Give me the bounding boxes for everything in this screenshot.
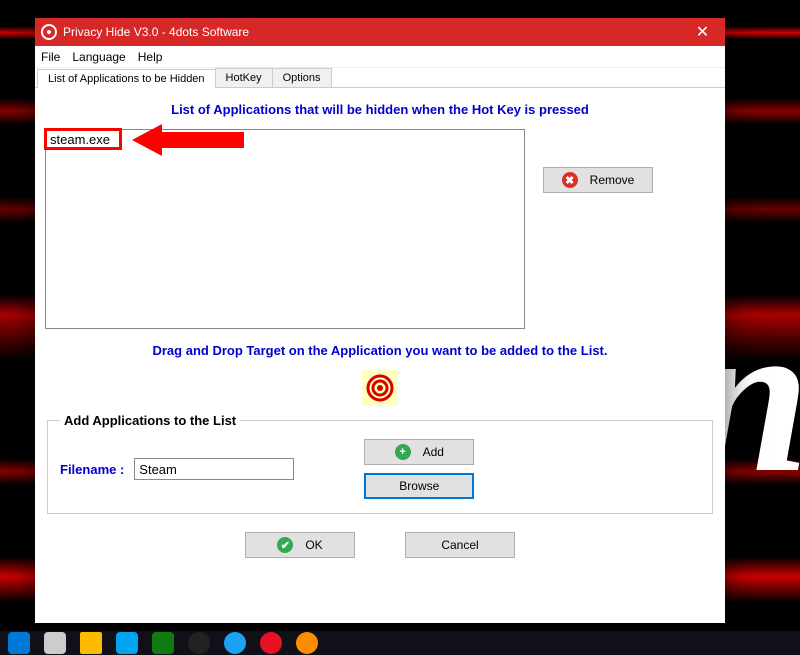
- menu-language[interactable]: Language: [72, 50, 125, 64]
- filename-input[interactable]: [134, 458, 294, 480]
- tab-options[interactable]: Options: [272, 68, 332, 87]
- filename-label: Filename :: [60, 462, 124, 477]
- ok-icon: ✔: [277, 537, 293, 553]
- app-window: Privacy Hide V3.0 - 4dots Software ✕ Fil…: [35, 18, 725, 623]
- close-button[interactable]: ✕: [680, 18, 725, 46]
- drag-heading: Drag and Drop Target on the Application …: [45, 343, 715, 358]
- taskbar-search-icon[interactable]: [44, 632, 66, 654]
- tab-content: List of Applications that will be hidden…: [35, 88, 725, 566]
- ok-label: OK: [305, 538, 322, 552]
- cancel-label: Cancel: [441, 538, 478, 552]
- remove-label: Remove: [590, 173, 635, 187]
- taskbar-app-icon[interactable]: [224, 632, 246, 654]
- taskbar-app-icon[interactable]: [296, 632, 318, 654]
- tab-list-apps[interactable]: List of Applications to be Hidden: [37, 69, 216, 88]
- browse-label: Browse: [399, 479, 439, 493]
- add-icon: +: [395, 444, 411, 460]
- taskbar[interactable]: [0, 631, 800, 655]
- list-heading: List of Applications that will be hidden…: [45, 102, 715, 117]
- drag-target[interactable]: [362, 370, 398, 406]
- tab-strip: List of Applications to be Hidden HotKey…: [35, 68, 725, 88]
- taskbar-explorer-icon[interactable]: [80, 632, 102, 654]
- menu-help[interactable]: Help: [138, 50, 163, 64]
- taskbar-app-icon[interactable]: [116, 632, 138, 654]
- taskbar-app-icon[interactable]: [188, 632, 210, 654]
- add-button[interactable]: + Add: [364, 439, 474, 465]
- dialog-buttons: ✔ OK Cancel: [45, 532, 715, 558]
- list-item[interactable]: steam.exe: [48, 132, 522, 147]
- remove-button[interactable]: ✖ Remove: [543, 167, 653, 193]
- tab-hotkey[interactable]: HotKey: [215, 68, 273, 87]
- taskbar-app-icon[interactable]: [260, 632, 282, 654]
- taskbar-start-icon[interactable]: [8, 632, 30, 654]
- menu-bar: File Language Help: [35, 46, 725, 68]
- menu-file[interactable]: File: [41, 50, 60, 64]
- add-applications-group: Add Applications to the List Filename : …: [47, 420, 713, 514]
- add-label: Add: [423, 445, 444, 459]
- remove-icon: ✖: [562, 172, 578, 188]
- applications-listbox[interactable]: steam.exe: [45, 129, 525, 329]
- browse-button[interactable]: Browse: [364, 473, 474, 499]
- taskbar-app-icon[interactable]: [152, 632, 174, 654]
- cancel-button[interactable]: Cancel: [405, 532, 515, 558]
- app-icon: [41, 24, 57, 40]
- add-group-legend: Add Applications to the List: [60, 413, 240, 428]
- title-bar[interactable]: Privacy Hide V3.0 - 4dots Software ✕: [35, 18, 725, 46]
- ok-button[interactable]: ✔ OK: [245, 532, 355, 558]
- target-icon: [366, 374, 394, 402]
- window-title: Privacy Hide V3.0 - 4dots Software: [63, 25, 249, 39]
